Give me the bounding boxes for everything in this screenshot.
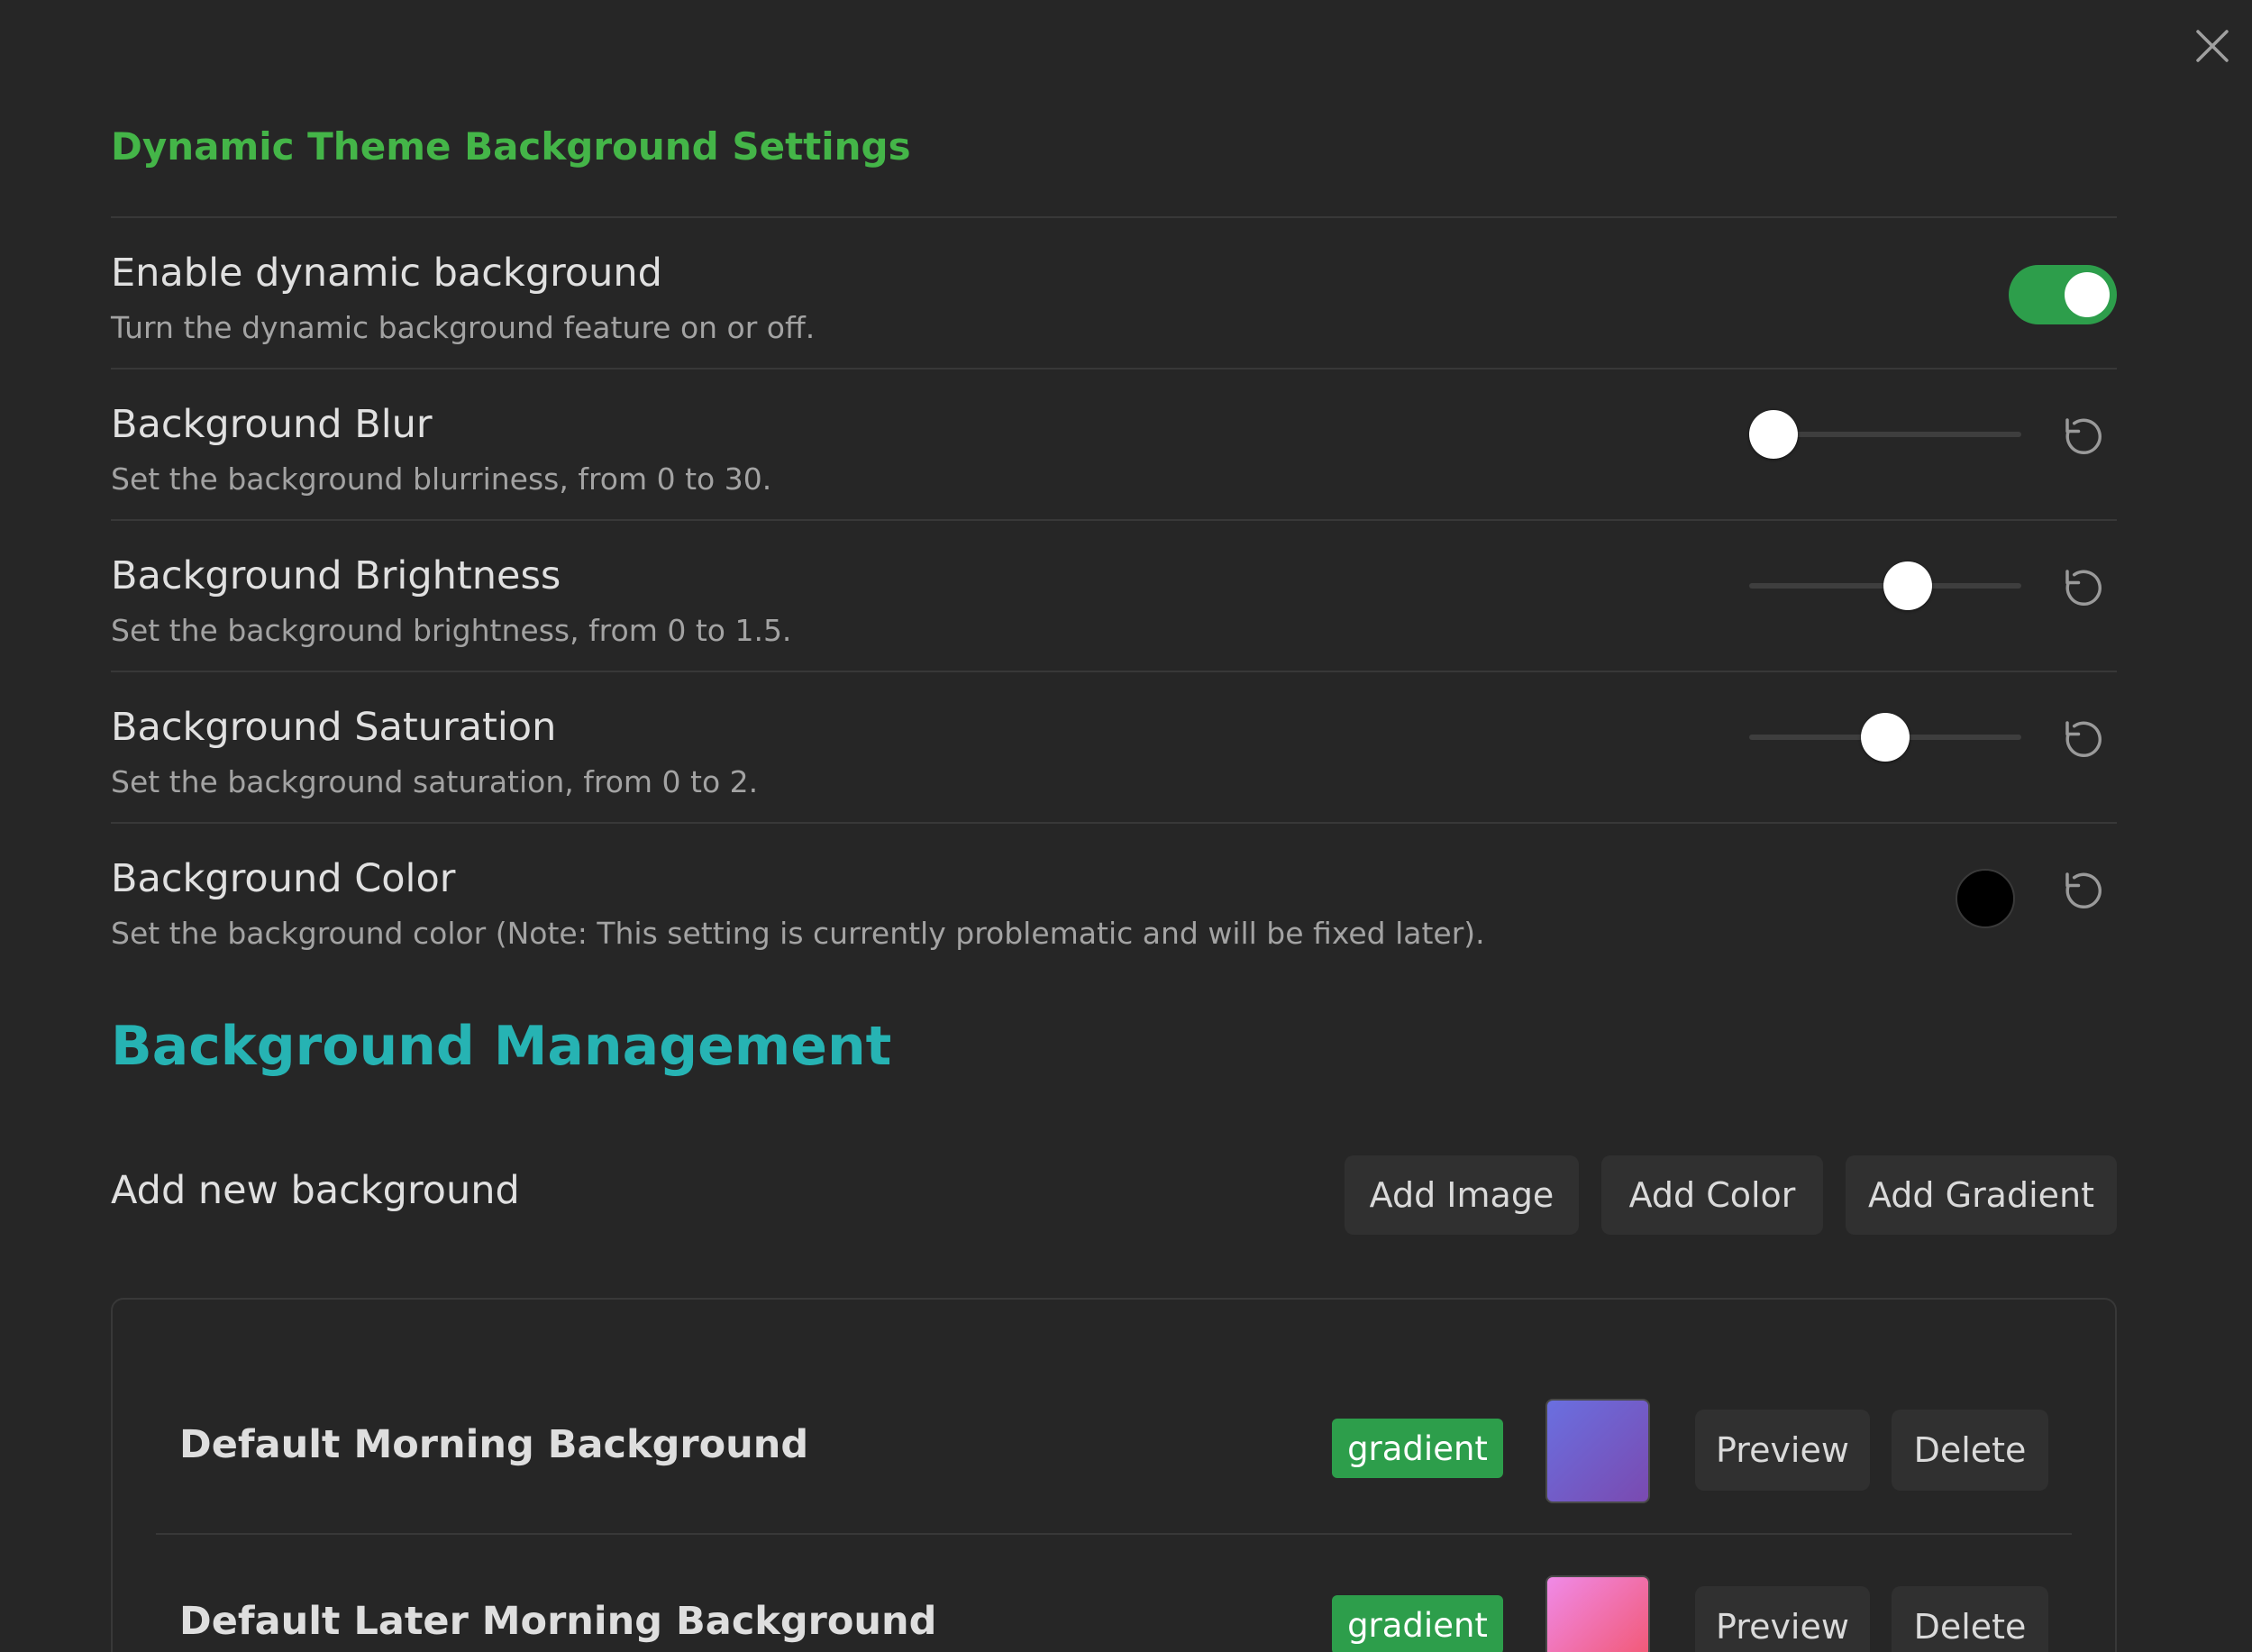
setting-name: Enable dynamic background <box>111 251 662 296</box>
add-background-label: Add new background <box>111 1168 520 1213</box>
settings-heading: Dynamic Theme Background Settings <box>111 124 911 169</box>
background-name: Default Later Morning Background <box>179 1599 937 1644</box>
setting-name: Background Blur <box>111 402 433 447</box>
close-icon <box>2196 30 2229 62</box>
slider-thumb[interactable] <box>1749 410 1798 459</box>
reset-icon <box>2065 418 2102 454</box>
blur-slider[interactable] <box>1749 406 2021 463</box>
setting-name: Background Color <box>111 856 456 901</box>
reset-brightness-button[interactable] <box>2056 561 2111 616</box>
setting-name: Background Brightness <box>111 553 561 598</box>
reset-color-button[interactable] <box>2056 863 2111 919</box>
setting-name: Background Saturation <box>111 705 557 750</box>
management-heading: Background Management <box>111 1015 892 1078</box>
setting-description: Set the background blurriness, from 0 to… <box>111 461 772 497</box>
reset-saturation-button[interactable] <box>2056 712 2111 768</box>
settings-modal: Dynamic Theme Background Settings Enable… <box>0 0 2252 1652</box>
add-gradient-button[interactable]: Add Gradient <box>1846 1155 2117 1235</box>
reset-blur-button[interactable] <box>2056 409 2111 465</box>
preview-button[interactable]: Preview <box>1695 1410 1870 1491</box>
add-image-button[interactable]: Add Image <box>1345 1155 1579 1235</box>
background-color-picker[interactable] <box>1956 869 2015 928</box>
background-type-badge: gradient <box>1332 1419 1503 1478</box>
enable-background-toggle[interactable] <box>2009 265 2117 324</box>
setting-background-color: Background Color Set the background colo… <box>111 822 2117 973</box>
setting-description: Turn the dynamic background feature on o… <box>111 310 816 345</box>
setting-background-brightness: Background Brightness Set the background… <box>111 519 2117 671</box>
setting-background-saturation: Background Saturation Set the background… <box>111 671 2117 822</box>
slider-thumb[interactable] <box>1883 561 1932 610</box>
saturation-slider[interactable] <box>1749 708 2021 766</box>
setting-description: Set the background saturation, from 0 to… <box>111 764 759 799</box>
setting-background-blur: Background Blur Set the background blurr… <box>111 368 2117 519</box>
add-color-button[interactable]: Add Color <box>1601 1155 1823 1235</box>
close-button[interactable] <box>2190 23 2235 68</box>
background-list-item: Default Later Morning Background gradien… <box>156 1536 2072 1652</box>
delete-button[interactable]: Delete <box>1892 1586 2048 1652</box>
toggle-knob <box>2065 272 2110 317</box>
delete-button[interactable]: Delete <box>1892 1410 2048 1491</box>
preview-button[interactable]: Preview <box>1695 1586 1870 1652</box>
reset-icon <box>2065 872 2102 908</box>
background-list: Default Morning Background gradient Prev… <box>111 1298 2117 1652</box>
background-list-item: Default Morning Background gradient Prev… <box>156 1359 2072 1535</box>
setting-enable-dynamic-background: Enable dynamic background Turn the dynam… <box>111 216 2117 368</box>
slider-thumb[interactable] <box>1861 713 1910 762</box>
background-name: Default Morning Background <box>179 1422 809 1467</box>
reset-icon <box>2065 570 2102 606</box>
reset-icon <box>2065 721 2102 757</box>
setting-description: Set the background color (Note: This set… <box>111 916 1485 951</box>
background-thumbnail[interactable] <box>1545 1399 1650 1503</box>
brightness-slider[interactable] <box>1749 557 2021 615</box>
setting-description: Set the background brightness, from 0 to… <box>111 613 792 648</box>
background-type-badge: gradient <box>1332 1595 1503 1652</box>
background-thumbnail[interactable] <box>1545 1575 1650 1652</box>
